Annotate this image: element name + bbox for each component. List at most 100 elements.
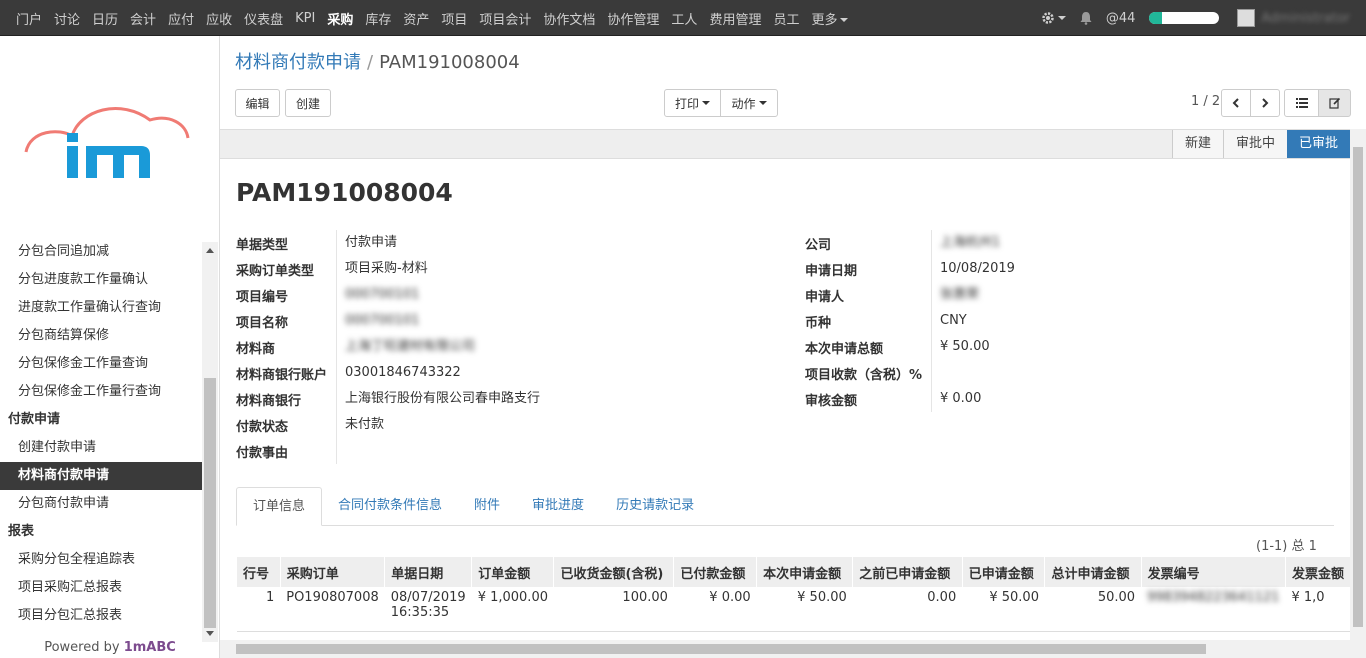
field-value: 10/08/2019 [931,256,1015,282]
bell-icon[interactable] [1080,11,1092,25]
table-column-header[interactable]: 已收货金额(含税) [553,557,674,587]
topnav-more-menu[interactable]: 更多 [811,9,849,28]
field-value-text[interactable]: 000700101 [345,287,419,302]
topnav-item[interactable]: 项目 [441,9,467,28]
topnav-more-label: 更多 [811,12,838,28]
horizontal-scroll-thumb[interactable] [236,644,1206,654]
topnav-item[interactable]: 协作管理 [607,9,659,28]
print-dropdown[interactable]: 打印 [664,89,721,117]
stage-step[interactable]: 新建 [1171,130,1223,158]
sidebar-item[interactable]: 分包保修金工作量查询 [0,350,202,378]
mention-counter[interactable]: @44 [1106,11,1136,26]
sidebar-scroll-thumb[interactable] [204,378,216,628]
topnav-item[interactable]: 会计 [130,9,156,28]
cell-line: 1 [236,587,281,632]
sidebar-item[interactable]: 分包进度款工作量确认 [0,266,202,294]
progress-fill [1149,12,1162,24]
pager-value[interactable]: 1 / 2 [1191,94,1220,109]
topnav-item[interactable]: 讨论 [54,9,80,28]
topnav-item[interactable]: 员工 [773,9,799,28]
field-row: 项目编号 000700101 [236,282,540,308]
document-title: PAM191008004 [236,178,453,207]
topnav-item[interactable]: 采购 [327,9,353,28]
table-column-header[interactable]: 行号 [236,557,281,587]
topnav-item[interactable]: 协作文档 [543,9,595,28]
tab-item[interactable]: 历史请款记录 [600,487,710,526]
cell-invoice-amount: ¥ 1,0 [1285,587,1350,632]
sidebar-item[interactable]: 分包保修金工作量行查询 [0,378,202,406]
list-view-button[interactable] [1284,89,1319,117]
sidebar-item[interactable]: 进度款工作量确认行查询 [0,294,202,322]
sidebar-menu: 分包合同追加减 分包进度款工作量确认 进度款工作量确认行查询 分包商结算保修 分包保修金… [0,238,202,630]
scroll-down-icon[interactable] [206,631,214,636]
table-column-header[interactable]: 发票金额 [1284,557,1350,587]
form-view-button[interactable] [1318,89,1351,117]
vertical-scrollbar[interactable] [1350,129,1366,658]
topnav-item[interactable]: 门户 [16,9,42,28]
topnav-item[interactable]: 资产 [403,9,429,28]
sidebar-section-header: 报表 [8,524,35,539]
user-name[interactable]: Administrator [1261,11,1350,26]
topnav-item[interactable]: 应收 [206,9,232,28]
action-dropdown[interactable]: 动作 [720,89,778,117]
vertical-scroll-thumb[interactable] [1353,147,1363,627]
powered-by-brand[interactable]: 1mABC [124,640,176,655]
table-column-header[interactable]: 已付款金额 [673,557,757,587]
cell-order-amount: ¥ 1,000.00 [471,587,554,632]
table-column-header[interactable]: 发票编号 [1140,557,1286,587]
topnav-item[interactable]: 仪表盘 [244,9,283,28]
tab-item[interactable]: 合同付款条件信息 [322,487,458,526]
sidebar-item[interactable]: 创建付款申请 [0,434,202,462]
horizontal-scrollbar[interactable] [220,640,1350,658]
create-button[interactable]: 创建 [285,89,331,117]
field-value-text[interactable]: 上海丁旺建材有限公司 [345,339,475,354]
topnav-item[interactable]: 库存 [365,9,391,28]
table-row[interactable]: 1 PO190807008 08/07/2019 16:35:35 ¥ 1,000… [236,587,1350,632]
sidebar-item[interactable]: 分包商付款申请 [0,490,202,518]
topnav-item[interactable]: KPI [295,11,315,26]
main-content: 材料商付款申请 / PAM191008004 编辑 创建 打印 动作 1 / 2 新… [220,36,1366,658]
table-column-header[interactable]: 总计申请金额 [1044,557,1142,587]
topnav-item[interactable]: 应付 [168,9,194,28]
field-value[interactable]: 上海丁旺建材有限公司 [336,334,475,360]
topnav-item[interactable]: 工人 [671,9,697,28]
sidebar-scrollbar[interactable] [202,242,218,642]
edit-button[interactable]: 编辑 [235,89,280,117]
sidebar-item[interactable]: 项目采购汇总报表 [0,574,202,602]
table-column-header[interactable]: 采购订单 [279,557,385,587]
table-column-header[interactable]: 单据日期 [384,557,472,587]
chevron-down-icon [840,18,849,22]
field-label: 材料商银行账户 [236,367,328,383]
avatar[interactable] [1237,9,1256,27]
table-column-header[interactable]: 已申请金额 [961,557,1045,587]
sidebar-item[interactable]: 分包商结算保修 [0,322,202,350]
form-sheet: PAM191008004 单据类型 付款申请 采购订单类型 项目采购-材料 项目编号 00… [220,160,1350,658]
chevron-right-icon [1262,98,1269,108]
table-column-header[interactable]: 本次申请金额 [756,557,853,587]
tab-item[interactable]: 订单信息 [236,487,323,526]
sidebar-item[interactable]: 采购分包全程追踪表 [0,546,202,574]
previous-record-button[interactable] [1221,89,1251,117]
field-label: 项目编号 [236,289,289,305]
topnav-item[interactable]: 费用管理 [709,9,761,28]
tab-item[interactable]: 附件 [458,487,516,526]
sidebar-item[interactable]: 分包合同追加减 [0,238,202,266]
topnav-item[interactable]: 项目会计 [479,9,531,28]
cell-prev-requested: 0.00 [852,587,963,632]
sidebar-item[interactable]: 项目分包汇总报表 [0,602,202,630]
stage-step[interactable]: 审批中 [1222,130,1287,158]
gear-icon[interactable] [1041,11,1066,25]
table-column-header[interactable]: 订单金额 [471,557,554,587]
topnav-item[interactable]: 日历 [92,9,118,28]
next-record-button[interactable] [1250,89,1280,117]
cell-total-requested: 50.00 [1044,587,1142,632]
stage-step[interactable]: 已审批 [1286,130,1350,158]
sidebar-item-active[interactable]: 材料商付款申请 [0,462,202,490]
scroll-up-icon[interactable] [206,248,214,253]
field-value[interactable]: 000700101 [336,282,419,308]
top-right-systray: @44 Administrator [1041,0,1366,36]
breadcrumb-parent[interactable]: 材料商付款申请 [235,52,361,73]
tab-item[interactable]: 审批进度 [516,487,600,526]
table-column-header[interactable]: 之前已申请金额 [852,557,963,587]
field-value [931,360,940,386]
